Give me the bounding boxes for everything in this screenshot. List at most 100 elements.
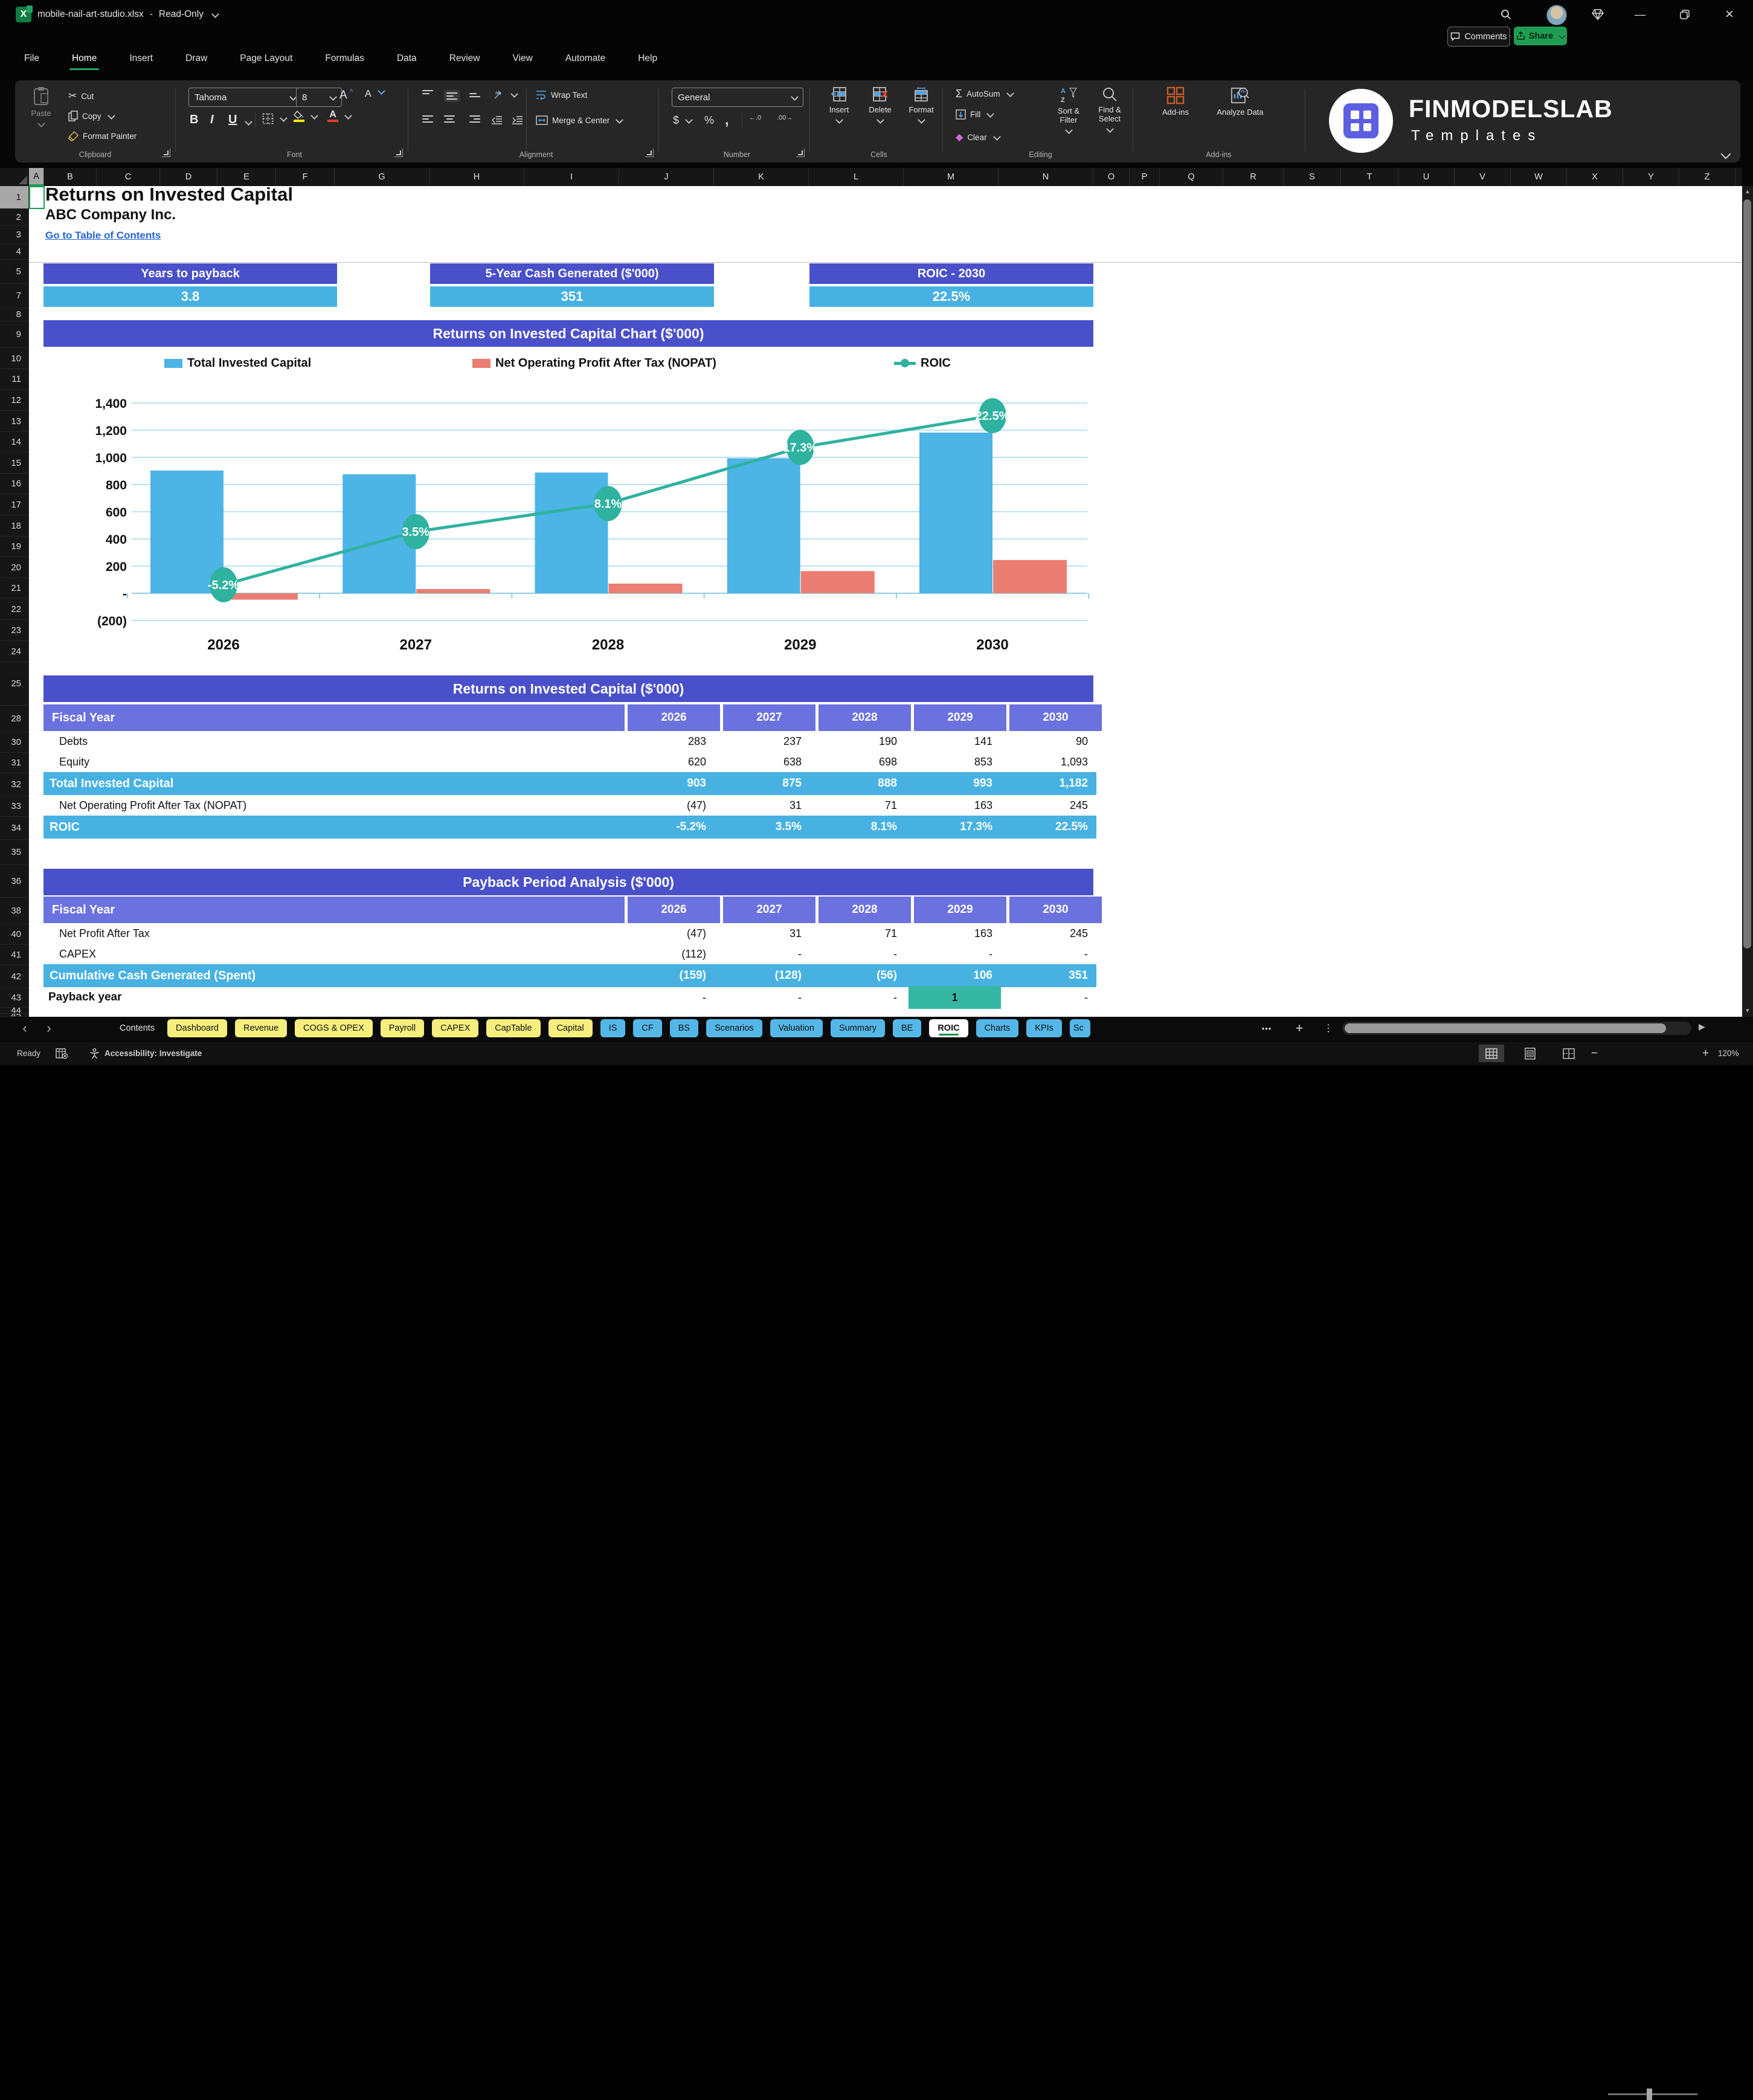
column-header-K[interactable]: K [714,168,809,186]
row-header-7[interactable]: 7 [0,284,29,308]
sheet-tab-summary[interactable]: Summary [830,1019,885,1037]
sheet-tab-bs[interactable]: BS [669,1019,699,1037]
format-cells-button[interactable]: Format [904,86,939,124]
prev-sheet-icon[interactable]: ‹ [17,1020,33,1036]
number-dialog-launcher-icon[interactable] [796,149,805,157]
paste-button[interactable]: Paste [24,86,59,127]
scroll-right-icon[interactable]: ▶ [1699,1022,1705,1032]
top-align-button[interactable] [422,90,433,97]
column-header-B[interactable]: B [44,168,97,186]
format-painter-button[interactable]: Format Painter [68,131,137,141]
scroll-down-icon[interactable]: ▼ [1742,1008,1753,1014]
menu-tab-review[interactable]: Review [449,53,480,71]
orientation-button[interactable]: ab [494,89,518,100]
row-header-30[interactable]: 30 [0,732,29,753]
column-header-T[interactable]: T [1341,168,1398,186]
menu-tab-file[interactable]: File [24,53,39,71]
row-header-17[interactable]: 17 [0,494,29,515]
clipboard-dialog-launcher-icon[interactable] [162,149,170,157]
sheet-tab-be[interactable]: BE [892,1019,922,1037]
menu-tab-automate[interactable]: Automate [565,53,605,71]
restore-button[interactable] [1676,5,1694,24]
menu-tab-formulas[interactable]: Formulas [325,53,364,71]
column-header-I[interactable]: I [524,168,619,186]
close-button[interactable]: × [1720,5,1739,24]
bold-button[interactable]: B [190,113,198,127]
font-color-button[interactable]: A [327,110,352,122]
menu-tab-home[interactable]: Home [69,53,100,71]
more-sheets-icon[interactable]: ••• [1259,1020,1275,1036]
zoom-in-button[interactable]: + [1702,1042,1709,1065]
search-icon[interactable] [1497,5,1515,24]
add-ins-button[interactable]: Add-ins [1154,86,1197,117]
comments-button[interactable]: Comments [1447,27,1510,47]
comma-style-button[interactable]: , [725,112,729,129]
row-header-1[interactable]: 1 [0,186,29,209]
column-header-X[interactable]: X [1567,168,1623,186]
row-header-43[interactable]: 43 [0,988,29,1008]
page-break-view-button[interactable] [1556,1045,1581,1062]
fill-color-button[interactable] [294,111,318,122]
menu-tab-draw[interactable]: Draw [185,53,207,71]
column-header-P[interactable]: P [1130,168,1160,186]
sheet-tab-capex[interactable]: CAPEX [432,1019,479,1037]
column-header-N[interactable]: N [999,168,1093,186]
row-header-16[interactable]: 16 [0,474,29,494]
row-header-38[interactable]: 38 [0,898,29,924]
row-header-20[interactable]: 20 [0,557,29,578]
borders-button[interactable] [262,113,288,124]
column-header-A[interactable]: A [29,168,44,186]
increase-decimal-button[interactable]: ←.0 [749,114,761,121]
horizontal-scrollbar[interactable] [1342,1022,1691,1035]
column-header-R[interactable]: R [1223,168,1284,186]
alignment-dialog-launcher-icon[interactable] [645,149,654,157]
merge-center-button[interactable]: Merge & Center [536,115,624,125]
column-header-D[interactable]: D [160,168,217,186]
font-dialog-launcher-icon[interactable] [394,149,403,157]
row-header-36[interactable]: 36 [0,865,29,898]
read-only-badge[interactable]: Read-Only [159,9,204,20]
column-header-H[interactable]: H [429,168,524,186]
row-header-8[interactable]: 8 [0,308,29,321]
row-header-2[interactable]: 2 [0,209,29,226]
sheet-tab-cf[interactable]: CF [633,1019,662,1037]
menu-tab-page-layout[interactable]: Page Layout [240,53,292,71]
autosum-button[interactable]: Σ AutoSum [956,88,1014,100]
fill-button[interactable]: Fill [956,109,995,120]
row-header-10[interactable]: 10 [0,348,29,369]
wrap-text-button[interactable]: Wrap Text [536,90,587,100]
row-header-23[interactable]: 23 [0,620,29,641]
horizontal-scrollbar-thumb[interactable] [1345,1023,1666,1033]
column-header-J[interactable]: J [619,168,714,186]
row-header-4[interactable]: 4 [0,244,29,260]
sheet-tab-captable[interactable]: CapTable [486,1019,541,1037]
row-header-13[interactable]: 13 [0,411,29,432]
italic-button[interactable]: I [210,113,214,127]
sheet-tab-charts[interactable]: Charts [976,1019,1019,1037]
center-button[interactable] [444,115,455,123]
vertical-scrollbar-thumb[interactable] [1743,199,1751,949]
column-header-M[interactable]: M [904,168,999,186]
shrink-font-button[interactable]: A [365,86,385,100]
sheet-tab-cogs-opex[interactable]: COGS & OPEX [295,1019,373,1037]
menu-tab-view[interactable]: View [513,53,533,71]
sheet-tab-roic[interactable]: ROIC [929,1019,968,1037]
row-header-35[interactable]: 35 [0,840,29,865]
row-header-32[interactable]: 32 [0,773,29,796]
row-header-3[interactable]: 3 [0,226,29,244]
zoom-level[interactable]: 120% [1718,1042,1739,1065]
premium-diamond-icon[interactable] [1589,5,1607,24]
column-header-Y[interactable]: Y [1623,168,1679,186]
sheet-tab-sc[interactable]: Sc [1069,1019,1090,1037]
column-header-L[interactable]: L [809,168,904,186]
column-header-U[interactable]: U [1398,168,1455,186]
row-header-44[interactable]: 44 [0,1008,29,1014]
column-header-G[interactable]: G [335,168,429,186]
column-header-V[interactable]: V [1455,168,1511,186]
minimize-button[interactable]: — [1631,5,1649,24]
align-right-button[interactable] [469,115,480,123]
decrease-indent-button[interactable] [491,115,503,125]
row-header-22[interactable]: 22 [0,599,29,620]
row-header-9[interactable]: 9 [0,321,29,348]
row-header-14[interactable]: 14 [0,432,29,453]
